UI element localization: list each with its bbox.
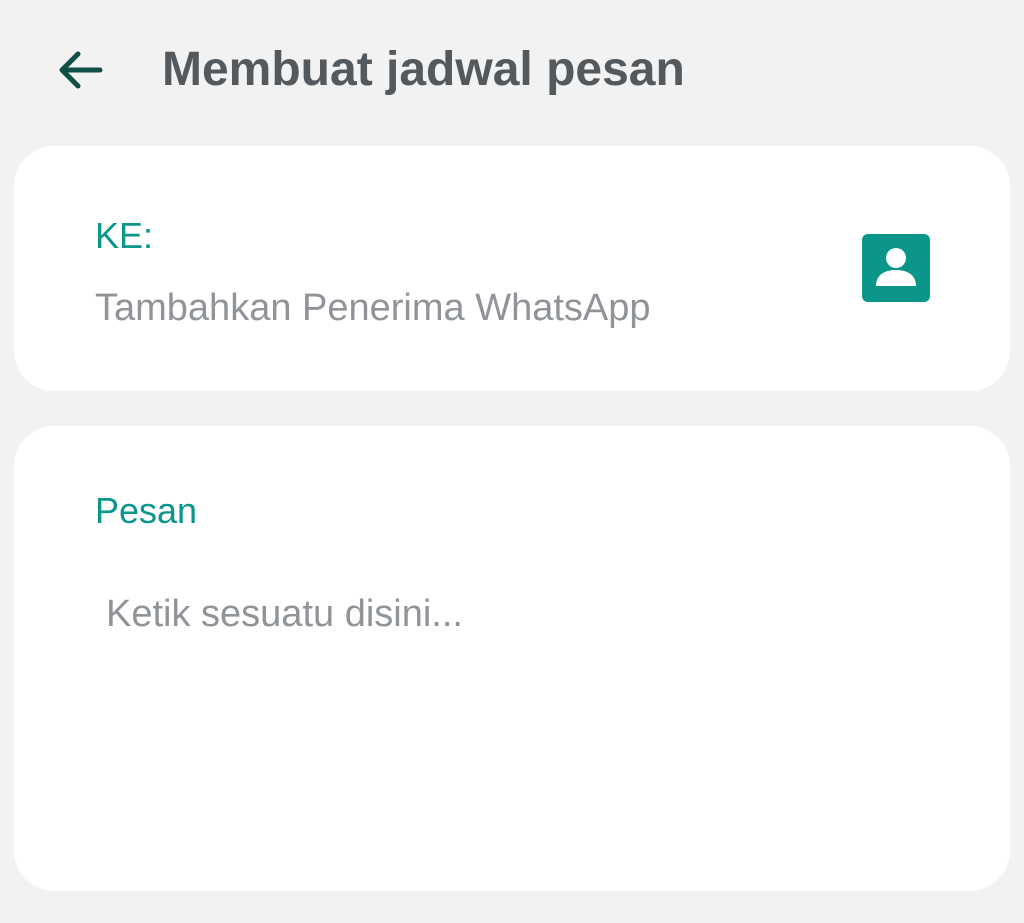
- arrow-left-icon: [59, 51, 103, 89]
- recipient-input[interactable]: Tambahkan Penerima WhatsApp: [95, 284, 815, 332]
- recipient-label: KE:: [95, 215, 154, 256]
- message-card: Pesan Ketik sesuatu disini...: [14, 426, 1010, 891]
- page-title: Membuat jadwal pesan: [162, 43, 685, 96]
- contact-person-icon: [876, 248, 916, 286]
- back-button[interactable]: [50, 40, 110, 100]
- recipient-card: KE: Tambahkan Penerima WhatsApp: [14, 146, 1010, 391]
- app-bar: Membuat jadwal pesan: [0, 0, 1024, 140]
- contact-picker-button[interactable]: [862, 234, 930, 302]
- message-label: Pesan: [95, 490, 198, 531]
- message-input[interactable]: Ketik sesuatu disini...: [106, 586, 966, 642]
